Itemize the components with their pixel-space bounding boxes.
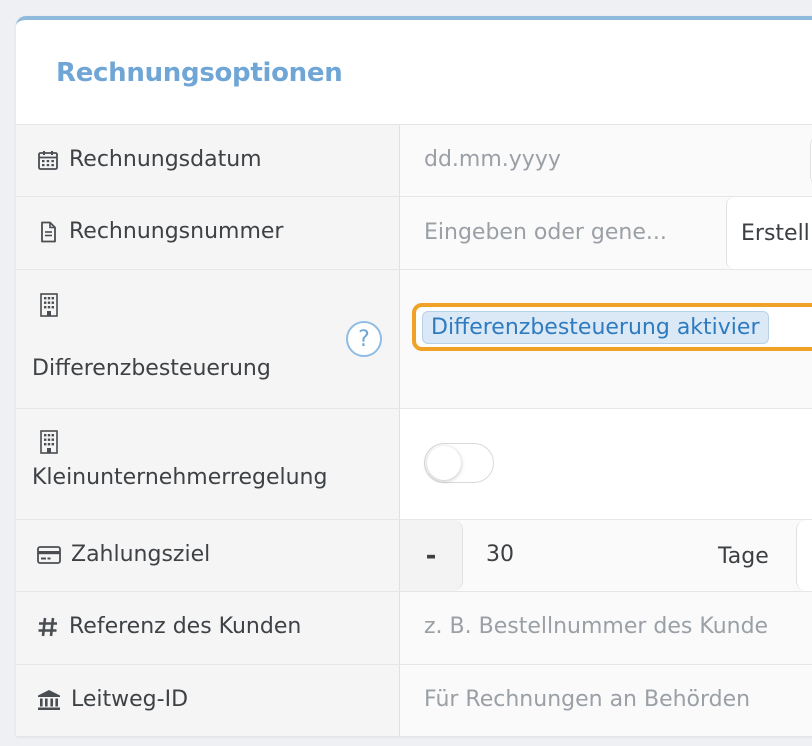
margin-taxation-toggle[interactable]: Differenzbesteuerung aktivier bbox=[412, 303, 812, 351]
label-customer-reference: Referenz des Kunden bbox=[69, 614, 302, 639]
options-grid: Rechnungsdatum dd.mm.yyyy Rechnungsnumme… bbox=[16, 124, 812, 736]
payment-days-unit: Tage bbox=[718, 544, 769, 569]
customer-reference-input[interactable]: z. B. Bestellnummer des Kunde bbox=[400, 592, 812, 664]
credit-card-icon bbox=[37, 545, 61, 564]
margin-taxation-toggle-label: Differenzbesteuerung aktivier bbox=[422, 310, 769, 344]
label-small-business: Kleinunternehmerregelung bbox=[32, 465, 328, 490]
leitweg-id-input[interactable]: Für Rechnungen an Behörden bbox=[400, 665, 812, 736]
hash-icon bbox=[38, 617, 57, 636]
label-leitweg-id: Leitweg-ID bbox=[71, 687, 189, 712]
customer-reference-placeholder: z. B. Bestellnummer des Kunde bbox=[424, 614, 769, 639]
decrease-days-button[interactable]: - bbox=[400, 520, 463, 591]
row-small-business: Kleinunternehmerregelung bbox=[16, 408, 812, 519]
create-number-button[interactable]: Erstell bbox=[726, 197, 812, 269]
invoice-options-card: Rechnungsoptionen Rechnungsdatum dd.mm.y… bbox=[16, 16, 812, 736]
label-margin-taxation: Differenzbesteuerung bbox=[32, 356, 271, 381]
payment-days-input[interactable]: 30 bbox=[486, 542, 514, 567]
row-payment-term: Zahlungsziel - 30 Tage bbox=[16, 519, 812, 591]
label-payment-term: Zahlungsziel bbox=[71, 542, 211, 567]
calendar-icon bbox=[38, 150, 58, 170]
card-title: Rechnungsoptionen bbox=[56, 58, 343, 88]
row-margin-taxation: ? Differenzbesteuerung Differenzbesteuer… bbox=[16, 269, 812, 408]
document-icon bbox=[41, 221, 56, 242]
help-icon[interactable]: ? bbox=[346, 321, 382, 357]
label-invoice-date: Rechnungsdatum bbox=[69, 147, 262, 172]
building-icon bbox=[40, 293, 58, 317]
switch-knob bbox=[427, 446, 461, 480]
leitweg-id-placeholder: Für Rechnungen an Behörden bbox=[424, 687, 751, 712]
bank-icon bbox=[38, 689, 60, 710]
invoice-date-input[interactable]: dd.mm.yyyy bbox=[400, 125, 812, 196]
label-invoice-number: Rechnungsnummer bbox=[69, 219, 284, 244]
increase-days-button[interactable] bbox=[796, 520, 812, 591]
row-invoice-number: Rechnungsnummer Eingeben oder gene... Er… bbox=[16, 196, 812, 269]
row-customer-reference: Referenz des Kunden z. B. Bestellnummer … bbox=[16, 591, 812, 664]
row-leitweg-id: Leitweg-ID Für Rechnungen an Behörden bbox=[16, 664, 812, 736]
building-icon bbox=[40, 430, 58, 454]
invoice-number-input[interactable]: Eingeben oder gene... bbox=[424, 220, 667, 245]
small-business-switch[interactable] bbox=[424, 443, 494, 483]
row-invoice-date: Rechnungsdatum dd.mm.yyyy bbox=[16, 124, 812, 196]
invoice-date-placeholder: dd.mm.yyyy bbox=[424, 147, 561, 172]
